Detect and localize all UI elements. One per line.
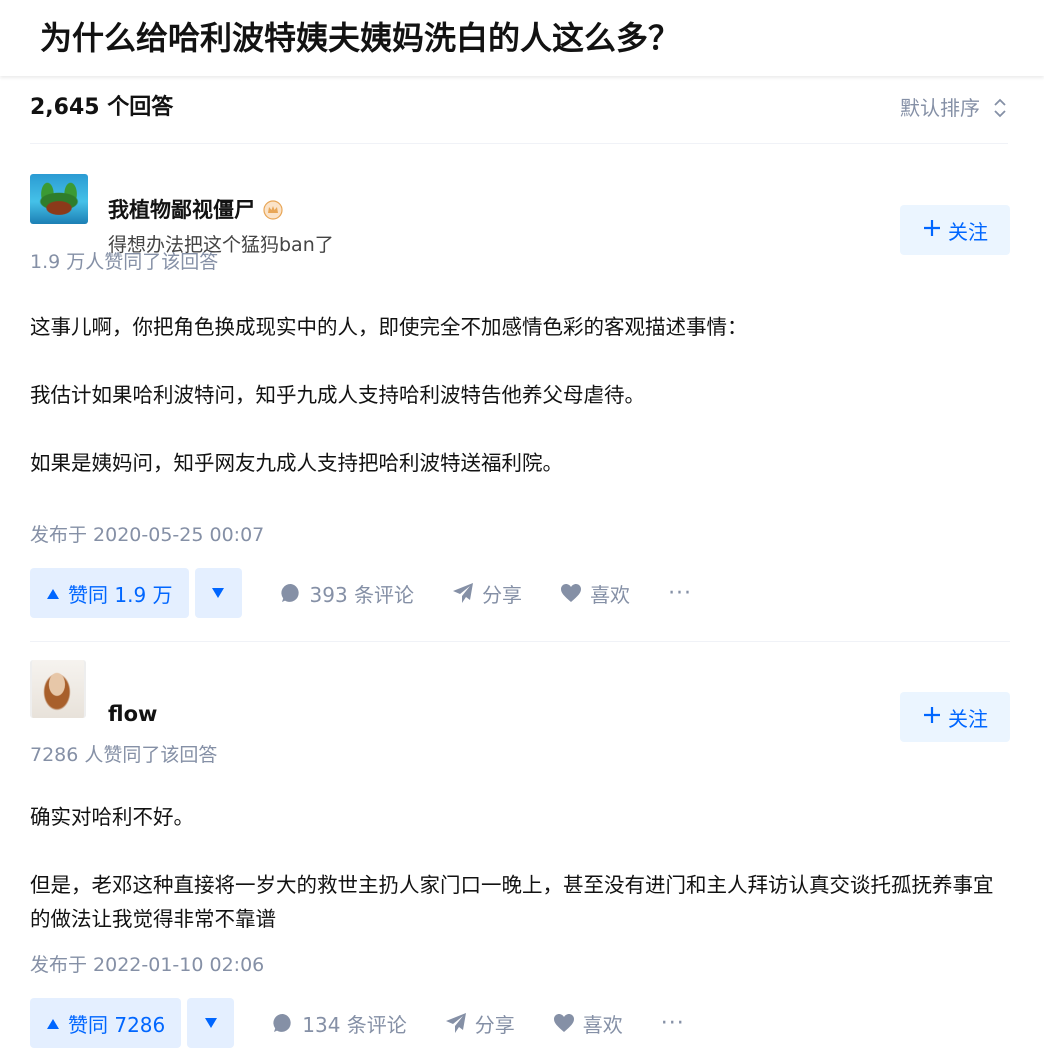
answer-count: 2,645 个回答 bbox=[30, 95, 174, 120]
avatar[interactable] bbox=[30, 660, 86, 718]
upvote-triangle-icon bbox=[46, 581, 60, 605]
share-icon bbox=[445, 1012, 467, 1034]
page: 为什么给哈利波特姨夫姨妈洗白的人这么多？ 2,645 个回答 默认排序 我植物鄙… bbox=[0, 0, 1044, 1063]
share-button[interactable]: 分享 bbox=[452, 579, 522, 608]
follow-label: 关注 bbox=[948, 706, 988, 731]
comment-icon bbox=[272, 1012, 294, 1034]
answer-paragraph: 这事儿啊，你把角色换成现实中的人，即使完全不加感情色彩的客观描述事情： bbox=[30, 315, 748, 339]
publish-time[interactable]: 发布于 2022-01-10 02:06 bbox=[30, 952, 264, 978]
answer-content: 确实对哈利不好。 但是，老邓这种直接将一岁大的救世主扔人家门口一晚上，甚至没有进… bbox=[30, 800, 1005, 936]
author-name[interactable]: flow bbox=[108, 700, 157, 728]
author-name[interactable]: 我植物鄙视僵尸 bbox=[108, 196, 255, 224]
like-button[interactable]: 喜欢 bbox=[560, 579, 630, 608]
comments-label: 393 条评论 bbox=[309, 582, 415, 607]
upvote-button[interactable]: 赞同 7286 bbox=[30, 998, 182, 1048]
share-label: 分享 bbox=[474, 1012, 515, 1037]
more-button[interactable]: ··· bbox=[661, 1011, 685, 1036]
author-info: flow 关注 bbox=[30, 660, 1010, 742]
action-bar: 赞同 1.9 万 393 条评论 分享 喜欢 ··· bbox=[30, 568, 692, 618]
vote-summary: 7286 人赞同了该回答 bbox=[30, 744, 218, 766]
answer-item: 我植物鄙视僵尸 得想办法把这个猛犸ban了 关注 1.9 万人赞同了该回答 这事… bbox=[30, 144, 1010, 642]
comments-label: 134 条评论 bbox=[302, 1012, 407, 1037]
action-bar: 赞同 7286 134 条评论 分享 喜欢 ··· bbox=[30, 998, 685, 1048]
downvote-button[interactable] bbox=[187, 998, 235, 1048]
publish-time[interactable]: 发布于 2020-05-25 00:07 bbox=[30, 522, 264, 548]
comments-button[interactable]: 134 条评论 bbox=[272, 1009, 407, 1038]
answer-paragraph: 确实对哈利不好。 bbox=[30, 805, 194, 829]
avatar[interactable] bbox=[30, 174, 88, 224]
answer-list-header: 2,645 个回答 默认排序 bbox=[30, 94, 1008, 144]
answer-item: flow 关注 7286 人赞同了该回答 确实对哈利不好。 但是，老邓这种直接将… bbox=[30, 642, 1010, 1063]
answer-paragraph: 如果是姨妈问，知乎网友九成人支持把哈利波特送福利院。 bbox=[30, 451, 563, 475]
like-label: 喜欢 bbox=[582, 1012, 623, 1037]
more-button[interactable]: ··· bbox=[668, 581, 692, 606]
author-info: 我植物鄙视僵尸 得想办法把这个猛犸ban了 关注 bbox=[30, 174, 1010, 256]
author-name-wrap: 我植物鄙视僵尸 bbox=[108, 196, 283, 224]
sort-button[interactable]: 默认排序 bbox=[900, 94, 1008, 122]
answer-content: 这事儿啊，你把角色换成现实中的人，即使完全不加感情色彩的客观描述事情： 我估计如… bbox=[30, 310, 1005, 514]
downvote-button[interactable] bbox=[194, 568, 242, 618]
upvote-button[interactable]: 赞同 1.9 万 bbox=[30, 568, 189, 618]
like-button[interactable]: 喜欢 bbox=[553, 1009, 623, 1038]
downvote-triangle-icon bbox=[211, 584, 225, 603]
question-header: 为什么给哈利波特姨夫姨妈洗白的人这么多？ bbox=[0, 0, 1044, 76]
share-icon bbox=[452, 582, 474, 604]
upvote-label: 赞同 1.9 万 bbox=[68, 582, 173, 607]
heart-icon bbox=[560, 583, 582, 603]
comments-button[interactable]: 393 条评论 bbox=[280, 579, 415, 608]
sort-label: 默认排序 bbox=[900, 96, 980, 120]
plus-icon bbox=[922, 218, 942, 243]
vote-summary: 1.9 万人赞同了该回答 bbox=[30, 251, 219, 273]
plus-icon bbox=[922, 705, 942, 730]
upvote-label: 赞同 7286 bbox=[68, 1012, 166, 1037]
heart-icon bbox=[553, 1013, 575, 1033]
downvote-triangle-icon bbox=[204, 1014, 218, 1033]
follow-button[interactable]: 关注 bbox=[900, 692, 1010, 742]
comment-icon bbox=[280, 582, 302, 604]
follow-label: 关注 bbox=[948, 219, 988, 244]
upvote-triangle-icon bbox=[46, 1011, 60, 1035]
answer-paragraph: 但是，老邓这种直接将一岁大的救世主扔人家门口一晚上，甚至没有进门和主人拜访认真交… bbox=[30, 873, 994, 931]
badge-icon[interactable] bbox=[263, 200, 283, 220]
answer-paragraph: 我估计如果哈利波特问，知乎九成人支持哈利波特告他养父母虐待。 bbox=[30, 383, 645, 407]
follow-button[interactable]: 关注 bbox=[900, 205, 1010, 255]
sort-icon bbox=[992, 96, 1008, 120]
share-button[interactable]: 分享 bbox=[445, 1009, 515, 1038]
share-label: 分享 bbox=[482, 582, 523, 607]
like-label: 喜欢 bbox=[590, 582, 631, 607]
question-title[interactable]: 为什么给哈利波特姨夫姨妈洗白的人这么多？ bbox=[40, 16, 680, 60]
